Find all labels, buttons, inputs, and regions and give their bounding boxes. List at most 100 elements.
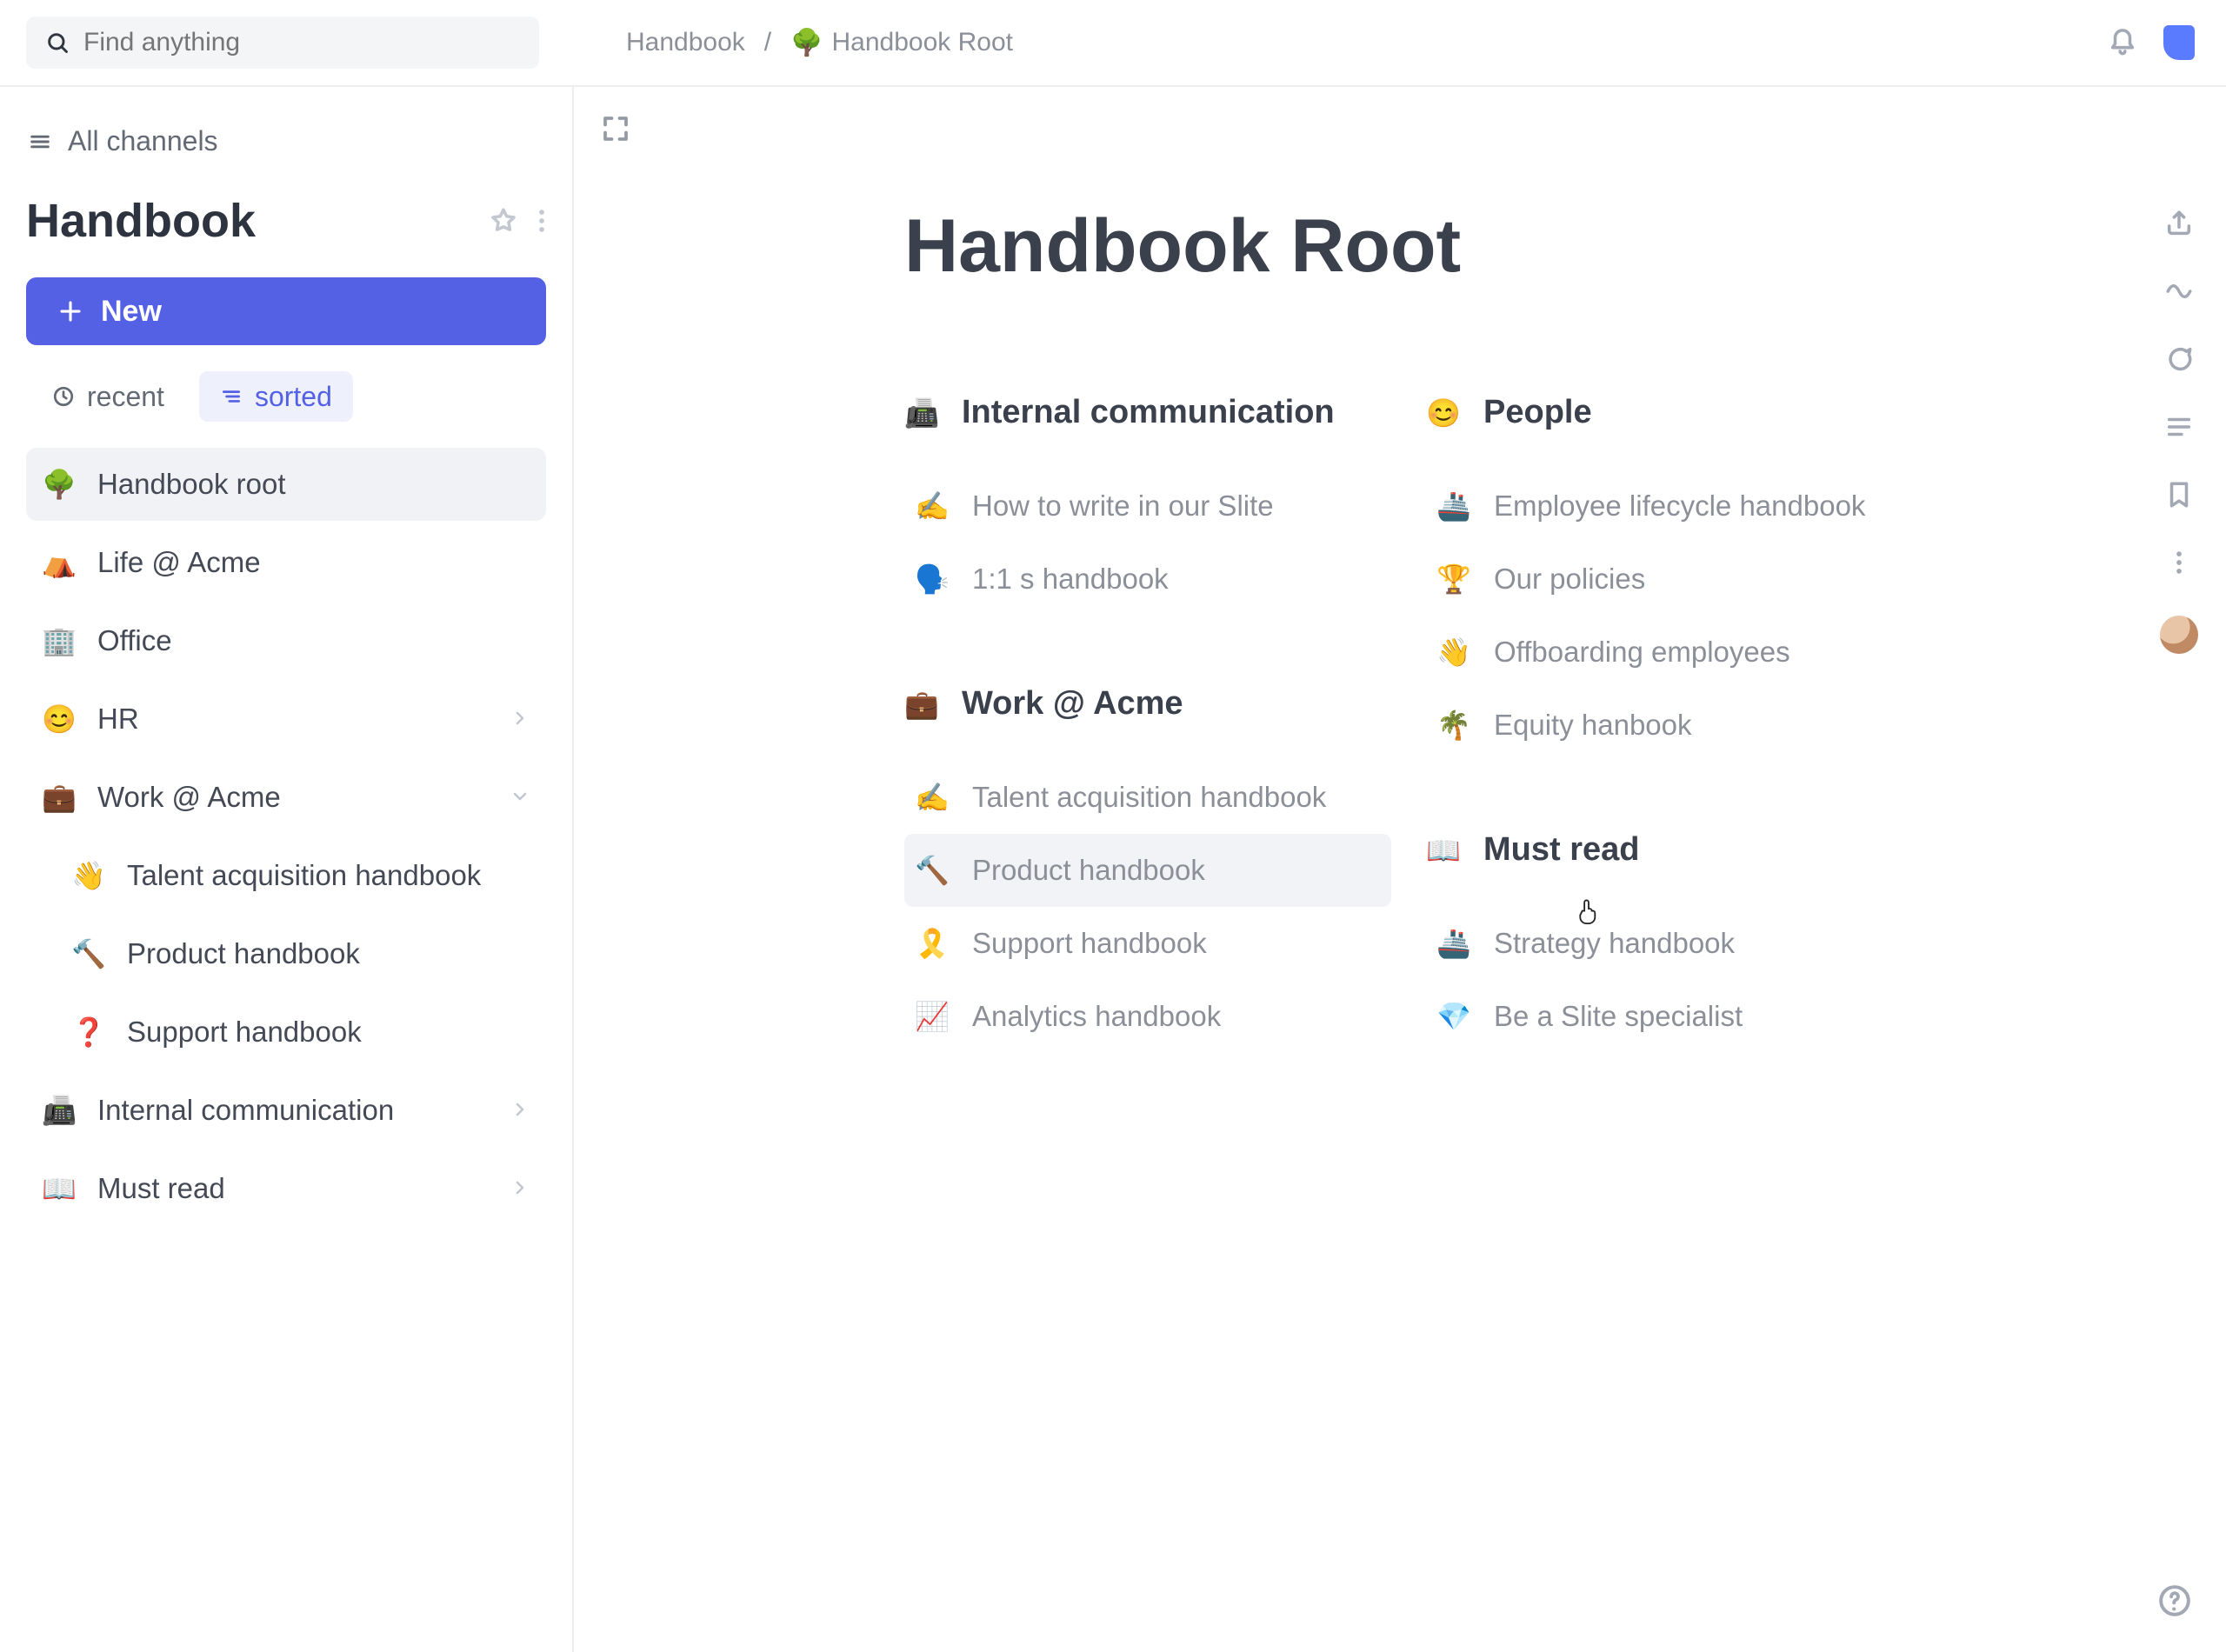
tree-chevron[interactable] [510, 1172, 530, 1205]
section-heading[interactable]: 📠 Internal communication [904, 394, 1391, 431]
doc-link[interactable]: 🌴Equity hanbook [1426, 689, 1913, 762]
section-heading[interactable]: 📖Must read [1426, 831, 1913, 869]
doc-link[interactable]: 📈Analytics handbook [904, 980, 1391, 1053]
doc-label: Offboarding employees [1494, 636, 1790, 669]
avatar[interactable] [2160, 616, 2198, 654]
sort-icon [220, 385, 243, 408]
section-heading[interactable]: 💼Work @ Acme [904, 685, 1391, 723]
more-vertical-icon[interactable] [537, 206, 546, 236]
topbar-right [2108, 25, 2195, 60]
tree-item[interactable]: 🔨 Product handbook [26, 917, 546, 990]
channel-header: Handbook [26, 194, 546, 248]
tree-item-label: Handbook root [97, 468, 285, 501]
outline-icon[interactable] [2164, 412, 2194, 442]
breadcrumb-separator: / [764, 28, 771, 57]
breadcrumb-page[interactable]: 🌳 Handbook Root [790, 28, 1013, 58]
doc-emoji: ✍️ [915, 490, 948, 523]
all-channels-link[interactable]: All channels [28, 125, 546, 157]
tree-item[interactable]: 👋Talent acquisition handbook [26, 839, 546, 912]
comments-icon[interactable] [2164, 344, 2194, 374]
filter-recent-label: recent [87, 381, 164, 413]
tree-item[interactable]: 📖Must read [26, 1152, 546, 1225]
section-title: Must read [1483, 831, 1639, 869]
tree-item[interactable]: ⛺Life @ Acme [26, 526, 546, 599]
doc-link[interactable]: 🗣️ 1:1 s handbook [904, 543, 1391, 616]
doc-emoji: 🗣️ [915, 563, 948, 596]
tree-item[interactable]: 🌳 Handbook root [26, 448, 546, 521]
tree-item-emoji: 💼 [42, 781, 77, 814]
section: 📠 Internal communication ✍️ How to write in… [904, 394, 1391, 616]
doc-tree: 🌳 Handbook root ⛺Life @ Acme🏢Office 😊 HR 💼Wor… [26, 448, 546, 1225]
chevron-right-icon [510, 1099, 530, 1120]
doc-label: 1:1 s handbook [972, 563, 1169, 596]
share-icon[interactable] [2164, 209, 2194, 238]
doc-label: Talent acquisition handbook [972, 781, 1326, 814]
breadcrumb-root[interactable]: Handbook [626, 28, 745, 57]
tree-item-emoji: 🌳 [42, 468, 77, 501]
doc-emoji: 🎗️ [915, 927, 948, 960]
tree-item[interactable]: ❓Support handbook [26, 996, 546, 1069]
app-logo[interactable] [2163, 25, 2195, 60]
doc-link[interactable]: ✍️ How to write in our Slite [904, 470, 1391, 543]
section: 📖Must read 🚢Strategy handbook💎Be a Slite … [1426, 831, 1913, 1053]
search-input[interactable] [83, 28, 520, 57]
content-column-right: 😊People🚢Employee lifecycle handbook🏆Our … [1426, 394, 1913, 1122]
expand-button[interactable] [600, 113, 631, 149]
tree-item-emoji: 😊 [42, 703, 77, 736]
doc-label: Employee lifecycle handbook [1494, 490, 1865, 523]
section-emoji: 😊 [1426, 396, 1459, 430]
sidebar: All channels Handbook New [0, 87, 574, 1652]
clock-icon [52, 385, 75, 408]
filter-sorted[interactable]: sorted [199, 371, 353, 422]
doc-link[interactable]: 🎗️Support handbook [904, 907, 1391, 980]
tree-item[interactable]: 🏢Office [26, 604, 546, 677]
section-title: People [1483, 394, 1592, 431]
page-title: Handbook Root [904, 203, 2174, 290]
doc-label: Equity hanbook [1494, 709, 1692, 742]
doc-link[interactable]: ✍️Talent acquisition handbook [904, 761, 1391, 834]
tree-item-label: HR [97, 703, 139, 736]
tree-chevron[interactable] [510, 1094, 530, 1127]
bell-icon[interactable] [2108, 28, 2137, 57]
more-vertical-icon[interactable] [2175, 548, 2183, 577]
breadcrumb-emoji: 🌳 [790, 28, 823, 58]
tree-item-emoji: 🔨 [71, 937, 106, 970]
star-icon[interactable] [489, 206, 518, 236]
bookmark-icon[interactable] [2164, 480, 2194, 510]
search-box[interactable] [26, 17, 539, 69]
section-title: Internal communication [962, 394, 1335, 431]
tree-item[interactable]: 📠 Internal communication [26, 1074, 546, 1147]
section-heading[interactable]: 😊 People [1426, 394, 1913, 431]
tree-item[interactable]: 💼Work @ Acme [26, 761, 546, 834]
doc-link[interactable]: 🏆 Our policies [1426, 543, 1913, 616]
content-column-left: 📠 Internal communication ✍️ How to write in… [904, 394, 1391, 1122]
topbar: Handbook / 🌳 Handbook Root [0, 0, 2226, 87]
section: 😊 People 🚢Employee lifecycle handbook 🏆 Our … [1426, 394, 1913, 762]
new-button[interactable]: New [26, 277, 546, 345]
doc-emoji: 🚢 [1436, 927, 1470, 960]
tree-item-label: Internal communication [97, 1094, 394, 1127]
doc-link[interactable]: 👋Offboarding employees [1426, 616, 1913, 689]
doc-emoji: 🏆 [1436, 563, 1470, 596]
doc-link[interactable]: 🚢Strategy handbook [1426, 907, 1913, 980]
section-emoji: 📠 [904, 396, 937, 430]
doc-link[interactable]: 🔨Product handbook [904, 834, 1391, 907]
doc-link[interactable]: 🚢Employee lifecycle handbook [1426, 470, 1913, 543]
channel-title: Handbook [26, 194, 480, 248]
tree-chevron[interactable] [510, 703, 530, 736]
doc-emoji: 💎 [1436, 1000, 1470, 1033]
tree-item-label: Product handbook [127, 937, 360, 970]
tree-item-emoji: 📠 [42, 1094, 77, 1127]
activity-icon[interactable] [2164, 276, 2194, 306]
tree-item[interactable]: 😊 HR [26, 683, 546, 756]
tree-item-label: Office [97, 624, 172, 657]
filter-recent[interactable]: recent [31, 371, 185, 422]
help-icon[interactable] [2158, 1584, 2191, 1617]
tree-chevron[interactable] [510, 781, 530, 814]
tree-item-emoji: ❓ [71, 1016, 106, 1049]
section-emoji: 💼 [904, 688, 937, 721]
expand-icon [600, 113, 631, 144]
doc-label: Our policies [1494, 563, 1645, 596]
doc-link[interactable]: 💎Be a Slite specialist [1426, 980, 1913, 1053]
doc-label: How to write in our Slite [972, 490, 1274, 523]
